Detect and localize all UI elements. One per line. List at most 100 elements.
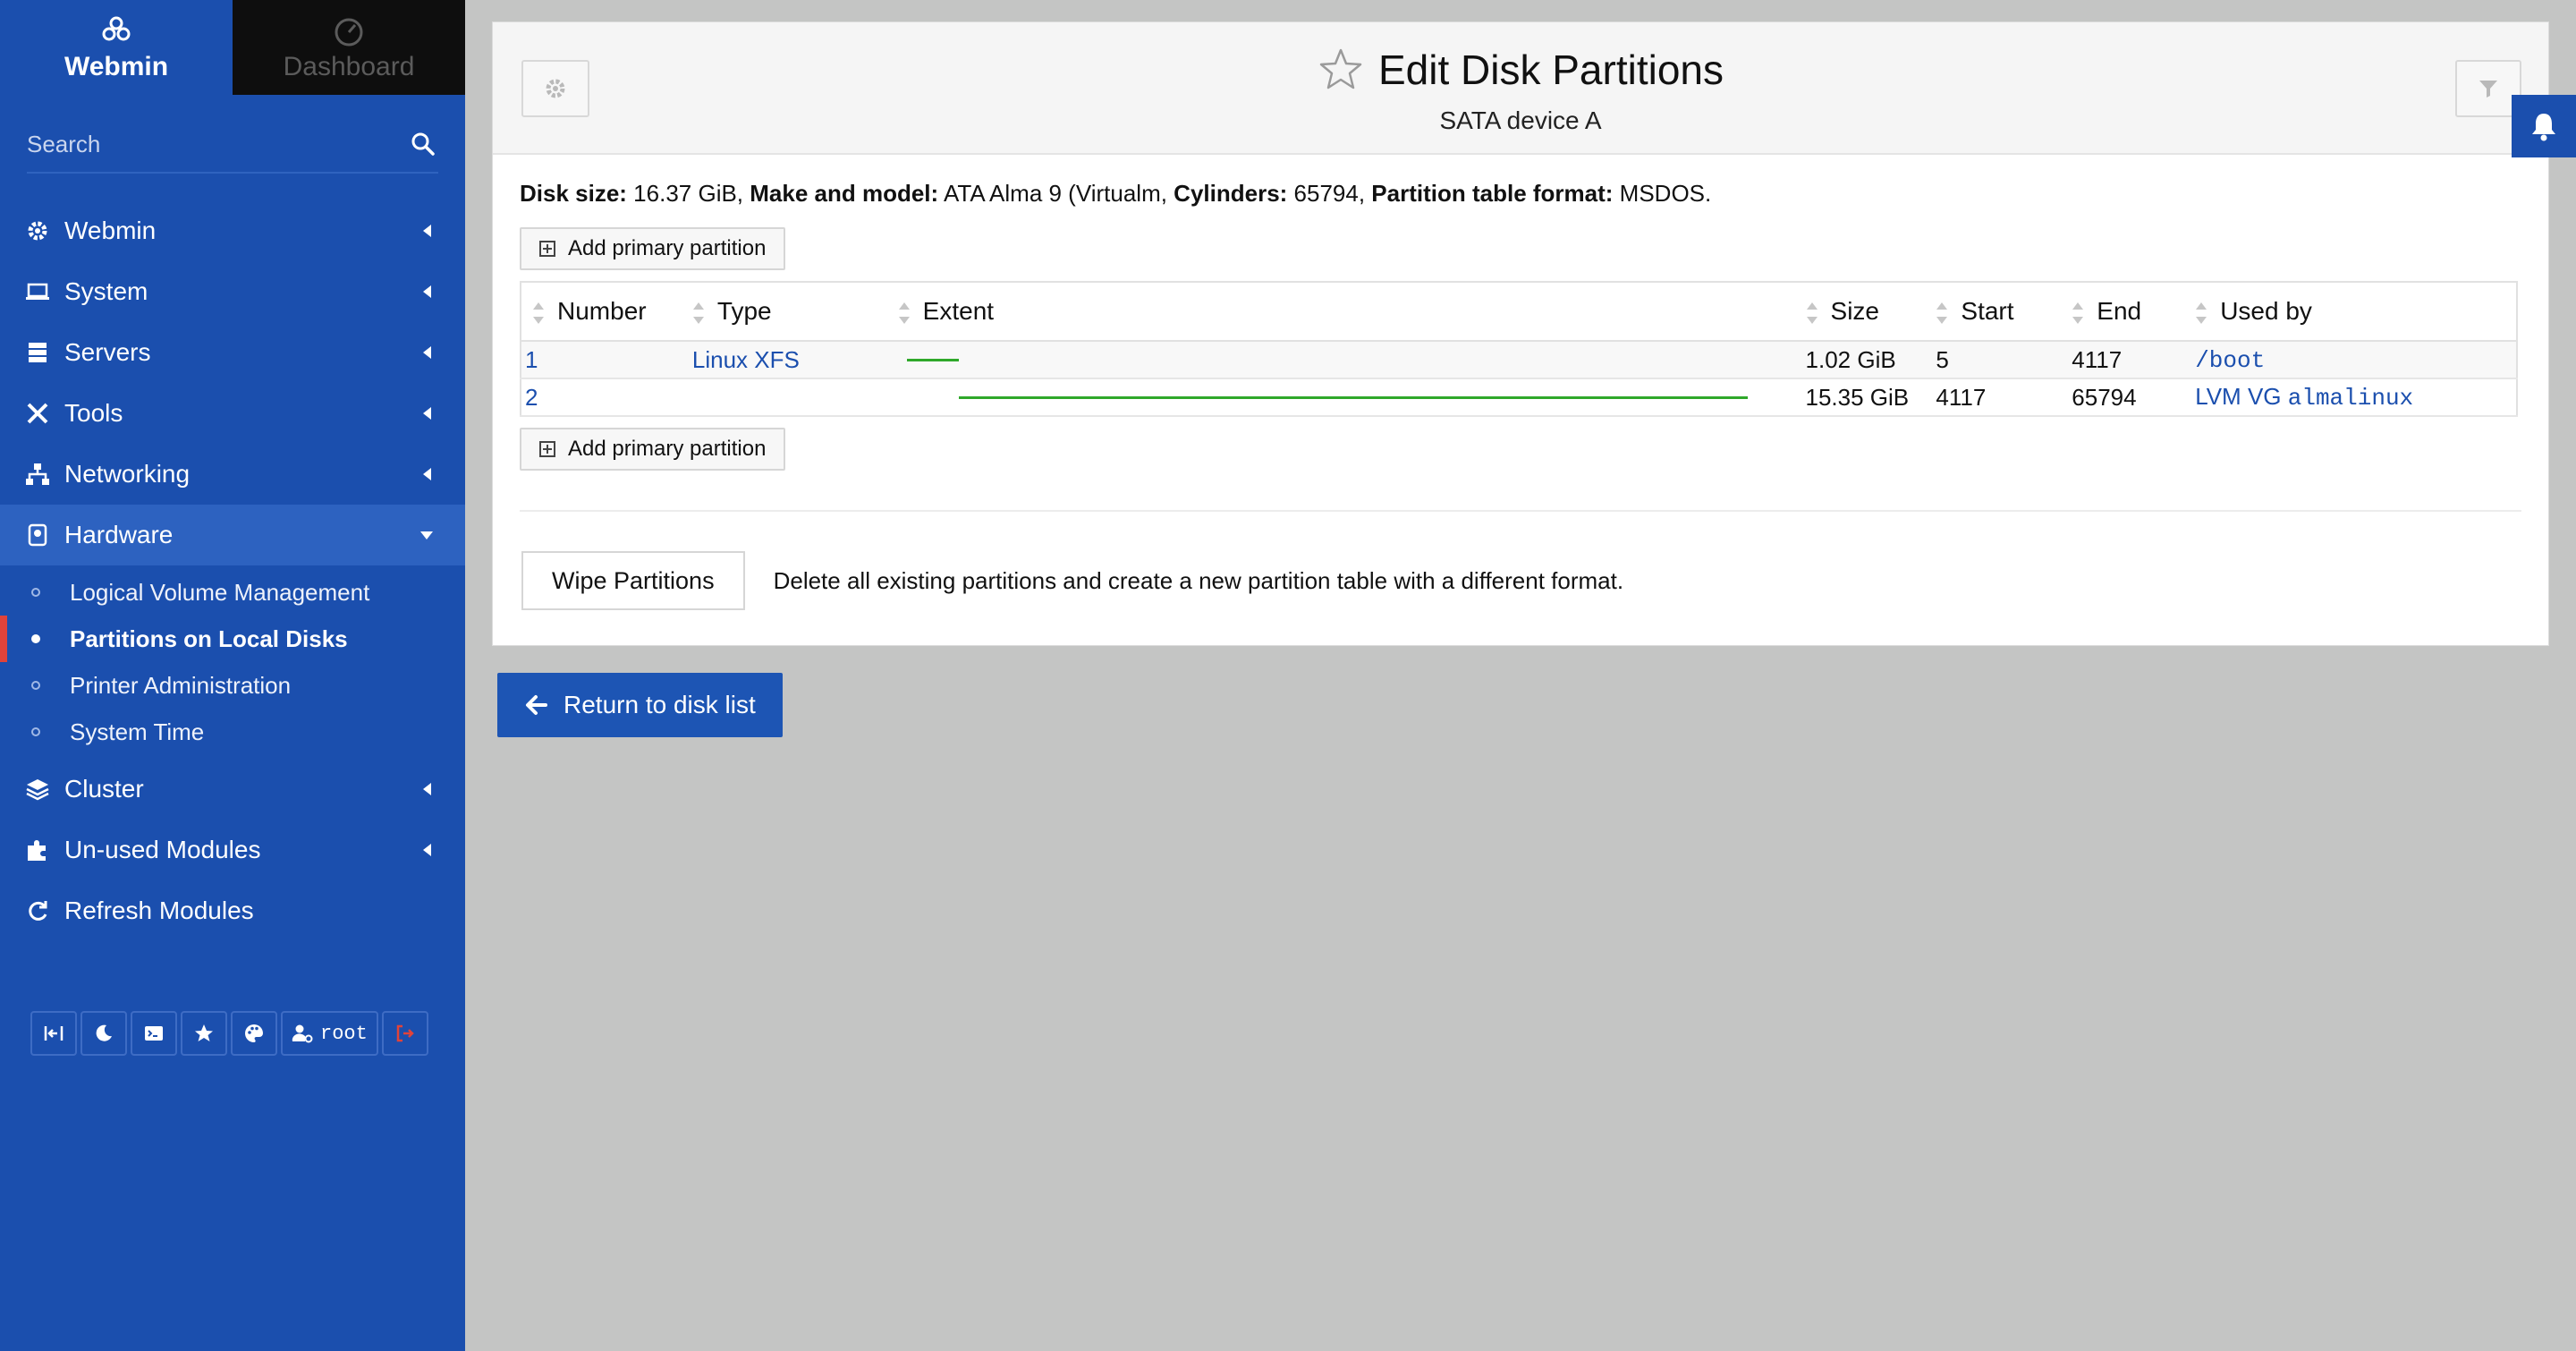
add-primary-partition-button[interactable]: Add primary partition: [520, 227, 786, 270]
add-primary-partition-button-bottom[interactable]: Add primary partition: [520, 428, 786, 471]
chevron-down-icon: [420, 531, 433, 540]
theme-button[interactable]: [231, 1011, 277, 1056]
sidebar-item-label: Cluster: [64, 775, 144, 803]
plus-square-icon: [539, 241, 555, 257]
sidebar-subitem-lvm[interactable]: Logical Volume Management: [0, 569, 465, 616]
column-header-extent[interactable]: Extent: [897, 282, 1806, 342]
sidebar: Webmin Dashboard Webmin: [0, 0, 465, 1351]
panel-header: Edit Disk Partitions SATA device A: [493, 22, 2548, 155]
column-header-label: Size: [1830, 297, 1879, 325]
partition-table: Number Type Extent Size Start End Used b…: [520, 281, 2518, 417]
chevron-left-icon: [423, 844, 431, 856]
favorites-button[interactable]: [181, 1011, 227, 1056]
favorite-star-icon[interactable]: [1318, 47, 1364, 93]
tab-webmin[interactable]: Webmin: [0, 0, 233, 95]
sidebar-subitem-partitions[interactable]: Partitions on Local Disks: [0, 616, 465, 662]
wipe-partitions-button[interactable]: Wipe Partitions: [521, 551, 745, 610]
partition-size: 1.02 GiB: [1805, 341, 1936, 379]
sidebar-item-label: Webmin: [64, 217, 157, 244]
sidebar-subitem-label: Logical Volume Management: [70, 578, 370, 606]
wipe-description: Delete all existing partitions and creat…: [773, 566, 1624, 594]
column-header-used-by[interactable]: Used by: [2195, 282, 2517, 342]
puzzle-icon: [28, 840, 46, 861]
partition-type-link[interactable]: Linux XFS: [692, 346, 800, 373]
column-header-start[interactable]: Start: [1936, 282, 2072, 342]
page-subtitle: SATA device A: [1439, 106, 1602, 134]
used-by-prefix: LVM VG: [2195, 383, 2288, 410]
bullet-icon: [31, 681, 40, 690]
column-header-number[interactable]: Number: [521, 282, 692, 342]
sidebar-item-webmin[interactable]: Webmin: [0, 200, 465, 261]
sidebar-item-hardware[interactable]: Hardware: [0, 505, 465, 565]
partition-number-link[interactable]: 1: [525, 346, 538, 373]
terminal-button[interactable]: [131, 1011, 177, 1056]
partition-end: 4117: [2072, 341, 2196, 379]
dashboard-gauge-icon: [335, 18, 363, 47]
column-header-label: Start: [1961, 297, 2014, 325]
column-header-type[interactable]: Type: [691, 282, 898, 342]
notifications-button[interactable]: [2512, 95, 2576, 157]
add-partition-label: Add primary partition: [568, 437, 767, 461]
sidebar-subitem-label: System Time: [70, 718, 205, 745]
column-header-size[interactable]: Size: [1805, 282, 1936, 342]
used-by-link[interactable]: /boot: [2195, 347, 2265, 374]
table-header-row: Number Type Extent Size Start End Used b…: [521, 282, 2517, 342]
disk-format-value: MSDOS.: [1613, 180, 1712, 207]
tab-webmin-label: Webmin: [64, 52, 169, 81]
sidebar-subitem-label: Printer Administration: [70, 671, 292, 699]
search-icon[interactable]: [410, 131, 436, 157]
filter-icon: [2479, 81, 2497, 98]
sort-icon: [898, 302, 911, 324]
sidebar-item-label: Hardware: [64, 521, 174, 548]
sidebar-item-refresh-modules[interactable]: Refresh Modules: [0, 880, 465, 941]
hard-disk-icon: [28, 523, 47, 547]
sidebar-item-unused-modules[interactable]: Un-used Modules: [0, 820, 465, 880]
partition-number-link[interactable]: 2: [525, 384, 538, 411]
column-header-label: Number: [557, 297, 647, 325]
sidebar-item-cluster[interactable]: Cluster: [0, 759, 465, 820]
sidebar-item-networking[interactable]: Networking: [0, 444, 465, 505]
palette-icon: [245, 1024, 263, 1042]
tab-dashboard-label: Dashboard: [283, 52, 415, 81]
used-by-link[interactable]: almalinux: [2288, 385, 2413, 412]
star-icon: [195, 1024, 213, 1041]
search-input[interactable]: [27, 130, 420, 158]
disk-format-label: Partition table format:: [1365, 180, 1614, 207]
column-header-label: Extent: [922, 297, 995, 325]
sidebar-nav: Webmin System Servers Tools Networking H…: [0, 200, 465, 941]
chevron-left-icon: [423, 407, 431, 420]
sort-icon: [2072, 302, 2084, 324]
collapse-sidebar-button[interactable]: [30, 1011, 77, 1056]
webmin-logo-icon: [102, 16, 131, 41]
column-header-end[interactable]: End: [2072, 282, 2196, 342]
sidebar-item-system[interactable]: System: [0, 261, 465, 322]
sidebar-item-servers[interactable]: Servers: [0, 322, 465, 383]
column-header-label: Type: [716, 297, 772, 325]
chevron-left-icon: [423, 346, 431, 359]
title-wrap: Edit Disk Partitions SATA device A: [493, 46, 2548, 135]
sidebar-item-label: Refresh Modules: [64, 896, 254, 924]
chevron-left-icon: [423, 285, 431, 298]
server-stack-icon: [29, 343, 47, 362]
partition-size: 15.35 GiB: [1805, 378, 1936, 417]
tab-dashboard[interactable]: Dashboard: [233, 0, 465, 95]
logout-button[interactable]: [381, 1011, 428, 1056]
layers-icon: [26, 779, 49, 801]
extent-cell: [897, 341, 1806, 379]
night-mode-button[interactable]: [80, 1011, 127, 1056]
bullet-icon: [31, 634, 40, 643]
terminal-icon: [145, 1026, 163, 1041]
sidebar-item-label: System: [64, 277, 148, 305]
sidebar-item-tools[interactable]: Tools: [0, 383, 465, 444]
sidebar-subitem-system-time[interactable]: System Time: [0, 709, 465, 755]
user-button[interactable]: root: [281, 1011, 378, 1056]
moon-icon: [96, 1024, 112, 1041]
active-marker: [0, 616, 7, 662]
sidebar-subitem-printer[interactable]: Printer Administration: [0, 662, 465, 709]
sign-out-icon: [396, 1024, 414, 1042]
table-row: 1 Linux XFS 1.02 GiB 5 4117 /boot: [521, 341, 2517, 379]
sort-icon: [1806, 302, 1818, 324]
return-to-disk-list-button[interactable]: Return to disk list: [497, 673, 783, 737]
bullet-icon: [31, 588, 40, 597]
partition-start: 4117: [1936, 378, 2072, 417]
